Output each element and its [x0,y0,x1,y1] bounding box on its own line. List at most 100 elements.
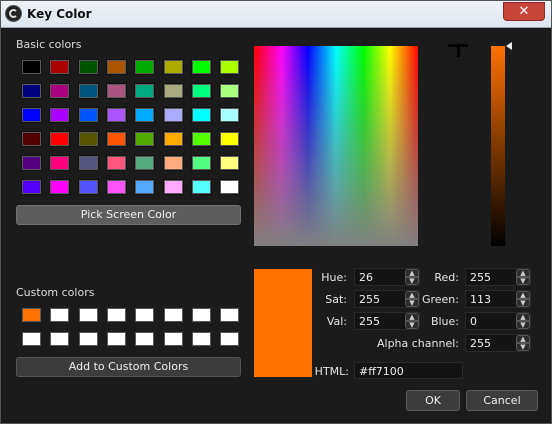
custom-color-swatch[interactable] [50,332,70,346]
basic-color-swatch[interactable] [77,107,99,123]
basic-colors-label: Basic colors [16,38,82,51]
alpha-channel-label: Alpha channel: [376,337,459,350]
basic-color-swatch[interactable] [77,179,99,195]
title-bar: Key Color ✕ [1,1,551,28]
red-value: 255 [470,271,491,284]
basic-color-swatch[interactable] [219,83,241,99]
val-value: 255 [359,315,380,328]
html-hex-input[interactable]: #ff7100 [354,362,463,379]
sat-label: Sat: [325,293,347,306]
custom-color-swatch[interactable] [50,308,70,322]
custom-color-swatch[interactable] [22,332,41,346]
basic-color-swatch[interactable] [219,131,241,147]
basic-color-swatch[interactable] [162,83,184,99]
basic-color-swatch[interactable] [219,59,241,75]
hue-label: Hue: [321,271,347,284]
pick-screen-color-button[interactable]: Pick Screen Color [16,205,241,225]
basic-color-swatch[interactable] [77,155,99,171]
custom-color-swatch[interactable] [220,332,240,346]
blue-spinbox[interactable]: 0 ▲ ▼ [465,312,531,330]
basic-color-swatch[interactable] [105,131,127,147]
hue-saturation-picker[interactable] [254,46,418,246]
custom-color-swatch[interactable] [135,308,155,322]
sat-value: 255 [359,293,380,306]
close-button[interactable]: ✕ [503,2,545,21]
blue-decrement-icon[interactable]: ▼ [516,321,530,329]
basic-color-swatch[interactable] [49,83,71,99]
basic-color-swatch[interactable] [105,83,127,99]
basic-color-swatch[interactable] [21,83,42,99]
obs-app-icon [5,5,22,22]
val-label: Val: [326,315,347,328]
basic-color-swatch[interactable] [134,131,156,147]
basic-color-swatch[interactable] [105,179,127,195]
luminance-slider-handle-icon[interactable] [506,42,512,50]
picker-crosshair-vertical [457,46,460,57]
basic-color-swatch[interactable] [49,179,71,195]
cancel-button[interactable]: Cancel [466,390,538,411]
basic-color-swatch[interactable] [105,155,127,171]
basic-color-swatch[interactable] [190,83,212,99]
custom-color-swatch[interactable] [78,332,98,346]
add-to-custom-colors-button[interactable]: Add to Custom Colors [16,357,241,377]
custom-color-swatch[interactable] [220,308,240,322]
basic-color-swatch[interactable] [219,107,241,123]
custom-color-swatch[interactable] [78,308,98,322]
custom-color-swatch[interactable] [106,308,126,322]
custom-color-swatch[interactable] [22,308,41,322]
ok-button[interactable]: OK [406,390,460,411]
blue-increment-icon[interactable]: ▲ [516,313,530,321]
basic-color-swatch[interactable] [21,107,42,123]
alpha-decrement-icon[interactable]: ▼ [516,343,530,351]
basic-color-swatch[interactable] [49,59,71,75]
custom-color-swatch[interactable] [135,332,155,346]
custom-color-swatch[interactable] [106,332,126,346]
green-value: 113 [470,293,491,306]
red-decrement-icon[interactable]: ▼ [516,277,530,285]
basic-color-swatch[interactable] [134,59,156,75]
basic-color-swatch[interactable] [219,179,241,195]
basic-color-swatch[interactable] [77,83,99,99]
basic-color-swatch[interactable] [134,155,156,171]
alpha-spinbox[interactable]: 255 ▲ ▼ [465,334,531,352]
basic-color-swatch[interactable] [105,107,127,123]
basic-color-swatch[interactable] [21,179,42,195]
basic-color-swatch[interactable] [77,59,99,75]
basic-color-swatch[interactable] [105,59,127,75]
basic-color-swatch[interactable] [49,131,71,147]
custom-color-swatch[interactable] [163,308,183,322]
basic-color-swatch[interactable] [77,131,99,147]
basic-color-swatch[interactable] [21,59,42,75]
custom-color-swatch[interactable] [163,332,183,346]
basic-color-swatch[interactable] [21,131,42,147]
basic-color-swatch[interactable] [219,155,241,171]
basic-color-swatch[interactable] [190,155,212,171]
basic-color-swatch[interactable] [190,131,212,147]
basic-color-swatch[interactable] [190,179,212,195]
basic-color-swatch[interactable] [134,107,156,123]
basic-color-swatch[interactable] [190,59,212,75]
basic-color-swatch[interactable] [21,155,42,171]
basic-color-swatch[interactable] [190,107,212,123]
alpha-value: 255 [470,337,491,350]
window-title: Key Color [27,7,92,21]
red-increment-icon[interactable]: ▲ [516,269,530,277]
basic-color-swatch[interactable] [49,155,71,171]
basic-color-swatch[interactable] [162,179,184,195]
green-spinbox[interactable]: 113 ▲ ▼ [465,290,531,308]
basic-color-swatch[interactable] [162,59,184,75]
luminance-slider[interactable] [491,46,505,246]
alpha-increment-icon[interactable]: ▲ [516,335,530,343]
custom-color-swatch[interactable] [191,332,211,346]
basic-color-swatch[interactable] [162,155,184,171]
basic-color-swatch[interactable] [162,107,184,123]
basic-color-swatch[interactable] [134,83,156,99]
green-increment-icon[interactable]: ▲ [516,291,530,299]
custom-color-swatch[interactable] [191,308,211,322]
red-spinbox[interactable]: 255 ▲ ▼ [465,268,531,286]
green-decrement-icon[interactable]: ▼ [516,299,530,307]
current-color-preview [254,269,312,377]
basic-color-swatch[interactable] [162,131,184,147]
basic-color-swatch[interactable] [49,107,71,123]
basic-color-swatch[interactable] [134,179,156,195]
